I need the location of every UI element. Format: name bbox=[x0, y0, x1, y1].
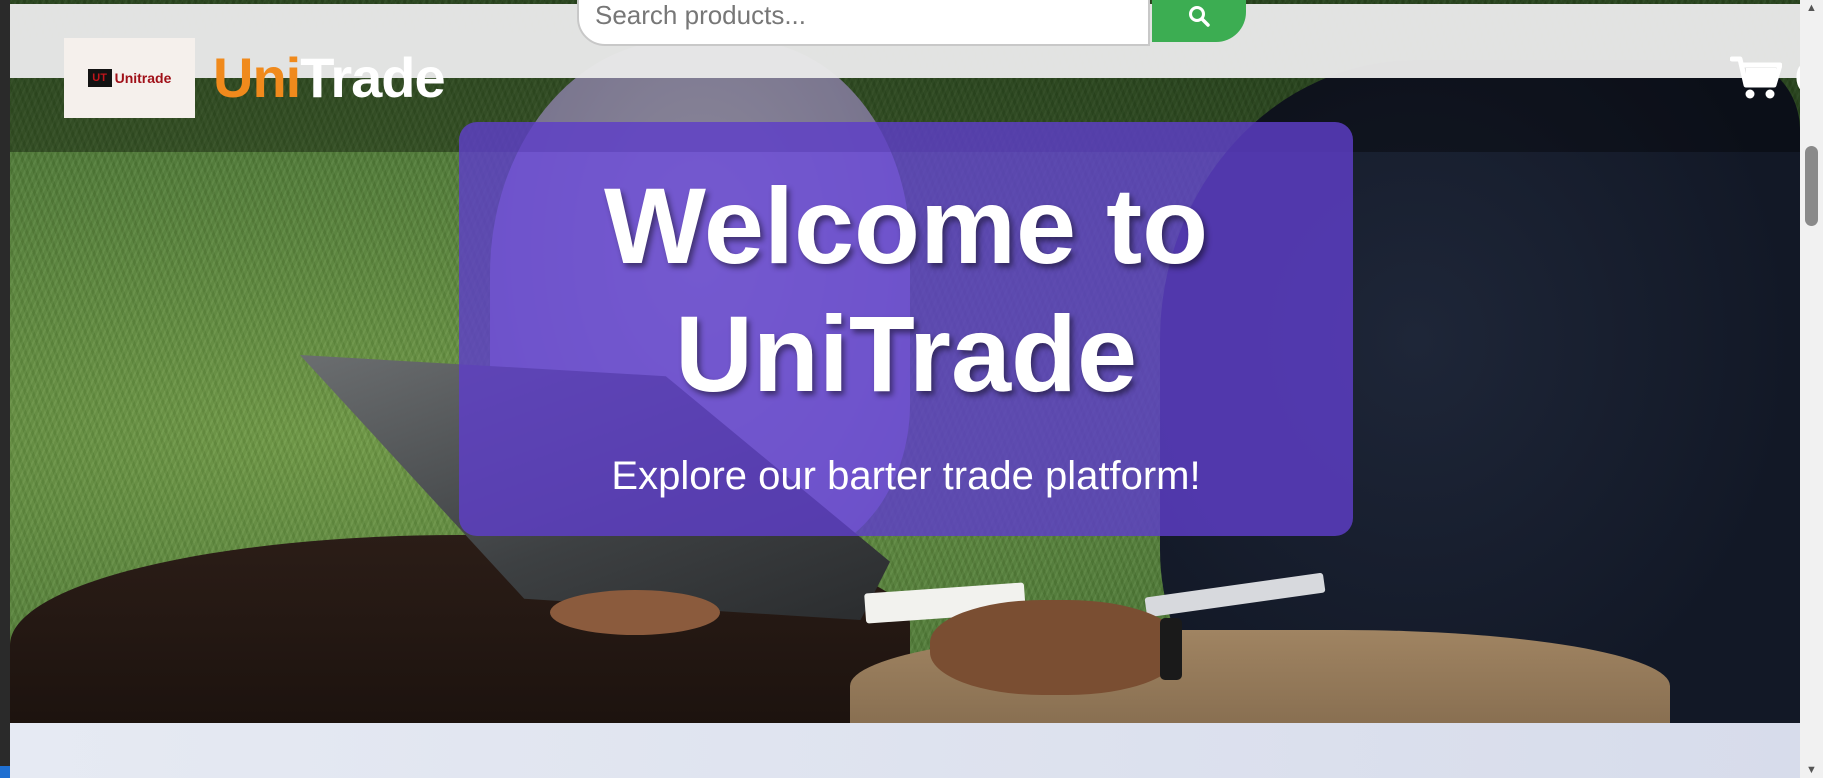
vertical-scrollbar[interactable]: ▲ ▼ bbox=[1800, 0, 1823, 778]
browser-viewport: Search products... UT Unitrade UniTrade bbox=[0, 0, 1823, 778]
cart-link[interactable]: C bbox=[1730, 50, 1800, 106]
wristwatch bbox=[1160, 618, 1182, 680]
next-section bbox=[10, 723, 1800, 778]
brand-name-part1: Uni bbox=[213, 46, 301, 109]
window-left-edge bbox=[0, 0, 10, 778]
search-input[interactable]: Search products... bbox=[577, 0, 1150, 46]
logo-mark: UT bbox=[87, 69, 112, 87]
hero-subtitle: Explore our barter trade platform! bbox=[611, 454, 1201, 498]
search-placeholder: Search products... bbox=[595, 0, 806, 30]
scroll-down-arrow-icon[interactable]: ▼ bbox=[1800, 762, 1823, 778]
hand-left bbox=[550, 590, 720, 635]
logo-inner: UT Unitrade bbox=[87, 69, 172, 87]
search-icon bbox=[1189, 6, 1210, 27]
hand-right bbox=[930, 600, 1180, 695]
taskbar-accent bbox=[0, 766, 10, 778]
hero-card: Welcome to UniTrade Explore our barter t… bbox=[459, 122, 1353, 536]
scrollbar-thumb[interactable] bbox=[1805, 146, 1818, 226]
brand-name-link[interactable]: UniTrade bbox=[213, 44, 446, 112]
scroll-up-arrow-icon[interactable]: ▲ bbox=[1800, 0, 1823, 16]
logo-text: Unitrade bbox=[114, 70, 172, 86]
unitrade-page: Search products... UT Unitrade UniTrade bbox=[10, 0, 1800, 778]
hero-title: Welcome to UniTrade bbox=[603, 165, 1209, 414]
shopping-cart-icon bbox=[1730, 56, 1782, 99]
site-logo[interactable]: UT Unitrade bbox=[64, 38, 195, 118]
brand-name-part2: Trade bbox=[300, 46, 445, 109]
search-button[interactable] bbox=[1152, 0, 1246, 42]
